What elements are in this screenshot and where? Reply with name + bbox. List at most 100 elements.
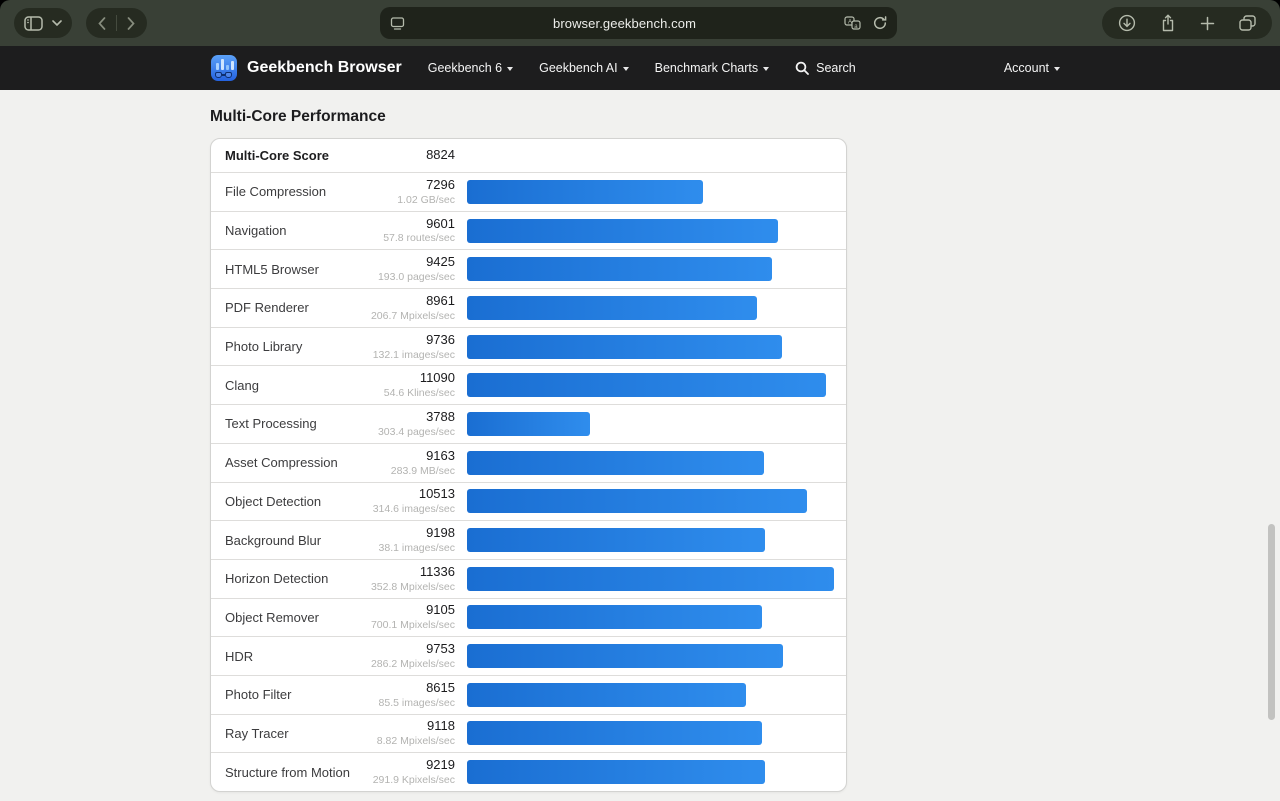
benchmark-bar — [467, 760, 765, 784]
benchmark-name: Text Processing — [225, 416, 365, 431]
benchmark-name: File Compression — [225, 184, 365, 199]
benchmark-name: Ray Tracer — [225, 726, 365, 741]
benchmark-bar — [467, 644, 783, 668]
benchmark-rate: 57.8 routes/sec — [365, 232, 455, 244]
benchmark-score: 9753 — [365, 642, 455, 657]
summary-label: Multi-Core Score — [225, 148, 365, 163]
benchmark-score: 8615 — [365, 681, 455, 696]
benchmark-rate: 291.9 Kpixels/sec — [365, 774, 455, 786]
page-icon[interactable] — [390, 17, 405, 30]
toolbar-divider — [116, 15, 117, 31]
benchmark-bar — [467, 451, 764, 475]
benchmark-name: Horizon Detection — [225, 571, 365, 586]
benchmark-bar — [467, 373, 826, 397]
geekbench-logo-icon — [211, 55, 237, 81]
benchmark-row: File Compression 7296 1.02 GB/sec — [211, 172, 846, 211]
forward-icon[interactable] — [127, 17, 135, 30]
benchmark-name: Object Detection — [225, 494, 365, 509]
benchmark-bar — [467, 528, 765, 552]
chevron-down-icon — [763, 67, 769, 71]
benchmark-name: HDR — [225, 649, 365, 664]
benchmark-name: Photo Library — [225, 339, 365, 354]
benchmark-rate: 38.1 images/sec — [365, 542, 455, 554]
benchmark-bar — [467, 683, 746, 707]
benchmark-score: 9601 — [365, 217, 455, 232]
benchmark-rows: File Compression 7296 1.02 GB/sec Naviga… — [211, 172, 846, 791]
back-icon[interactable] — [98, 17, 106, 30]
benchmark-table: Multi-Core Score 8824 File Compression 7… — [210, 138, 847, 792]
benchmark-bar — [467, 412, 590, 436]
sidebar-icon[interactable] — [24, 16, 43, 31]
browser-toolbar: browser.geekbench.com A a — [0, 0, 1280, 46]
nav-item-geekbench-6[interactable]: Geekbench 6 — [428, 61, 513, 75]
benchmark-score: 11090 — [365, 371, 455, 386]
page-title: Multi-Core Performance — [210, 108, 386, 126]
tab-overview-icon[interactable] — [1239, 15, 1256, 31]
search-link[interactable]: Search — [795, 61, 856, 75]
benchmark-bar — [467, 219, 778, 243]
benchmark-score: 9118 — [365, 719, 455, 734]
benchmark-score: 9736 — [365, 333, 455, 348]
brand-name[interactable]: Geekbench Browser — [247, 59, 402, 77]
benchmark-bar — [467, 605, 762, 629]
benchmark-rate: 8.82 Mpixels/sec — [365, 735, 455, 747]
benchmark-row: Navigation 9601 57.8 routes/sec — [211, 211, 846, 250]
account-menu[interactable]: Account — [1004, 61, 1060, 75]
chevron-down-icon[interactable] — [52, 20, 62, 26]
nav-item-geekbench-ai[interactable]: Geekbench AI — [539, 61, 629, 75]
nav-links: Geekbench 6 Geekbench AI Benchmark Chart… — [428, 61, 769, 75]
benchmark-row: HDR 9753 286.2 Mpixels/sec — [211, 636, 846, 675]
safari-window: browser.geekbench.com A a — [0, 0, 1280, 801]
benchmark-row: Ray Tracer 9118 8.82 Mpixels/sec — [211, 714, 846, 753]
benchmark-row: Object Remover 9105 700.1 Mpixels/sec — [211, 598, 846, 637]
share-icon[interactable] — [1160, 14, 1176, 32]
benchmark-row: Clang 11090 54.6 Klines/sec — [211, 365, 846, 404]
page-content: Multi-Core Performance Multi-Core Score … — [0, 90, 1280, 801]
address-bar[interactable]: browser.geekbench.com A a — [380, 7, 897, 39]
svg-text:A: A — [848, 20, 852, 26]
benchmark-score: 8961 — [365, 294, 455, 309]
reload-icon[interactable] — [873, 16, 887, 30]
summary-score: 8824 — [365, 148, 455, 163]
benchmark-row: HTML5 Browser 9425 193.0 pages/sec — [211, 249, 846, 288]
benchmark-name: Background Blur — [225, 533, 365, 548]
benchmark-row: PDF Renderer 8961 206.7 Mpixels/sec — [211, 288, 846, 327]
benchmark-bar — [467, 257, 772, 281]
benchmark-row: Photo Filter 8615 85.5 images/sec — [211, 675, 846, 714]
translate-icon[interactable]: A a — [844, 16, 861, 30]
chevron-down-icon — [623, 67, 629, 71]
summary-row: Multi-Core Score 8824 — [211, 139, 846, 172]
benchmark-row: Object Detection 10513 314.6 images/sec — [211, 482, 846, 521]
benchmark-rate: 314.6 images/sec — [365, 503, 455, 515]
benchmark-score: 10513 — [365, 487, 455, 502]
benchmark-row: Asset Compression 9163 283.9 MB/sec — [211, 443, 846, 482]
benchmark-name: Clang — [225, 378, 365, 393]
benchmark-rate: 85.5 images/sec — [365, 697, 455, 709]
benchmark-rate: 352.8 Mpixels/sec — [365, 581, 455, 593]
brand[interactable]: Geekbench Browser — [211, 55, 402, 81]
benchmark-rate: 54.6 Klines/sec — [365, 387, 455, 399]
benchmark-rate: 286.2 Mpixels/sec — [365, 658, 455, 670]
scrollbar-thumb[interactable] — [1268, 524, 1275, 720]
benchmark-rate: 303.4 pages/sec — [365, 426, 455, 438]
nav-item-benchmark-charts[interactable]: Benchmark Charts — [655, 61, 770, 75]
chevron-down-icon — [1054, 67, 1060, 71]
new-tab-icon[interactable] — [1200, 16, 1215, 31]
site-navbar: Geekbench Browser Geekbench 6 Geekbench … — [0, 46, 1280, 90]
history-nav-group — [86, 8, 147, 38]
benchmark-score: 9105 — [365, 603, 455, 618]
benchmark-rate: 193.0 pages/sec — [365, 271, 455, 283]
benchmark-bar — [467, 296, 757, 320]
toolbar-actions-group — [1102, 7, 1272, 39]
benchmark-rate: 283.9 MB/sec — [365, 465, 455, 477]
benchmark-bar — [467, 721, 762, 745]
benchmark-score: 9425 — [365, 255, 455, 270]
benchmark-name: PDF Renderer — [225, 300, 365, 315]
benchmark-row: Horizon Detection 11336 352.8 Mpixels/se… — [211, 559, 846, 598]
chevron-down-icon — [507, 67, 513, 71]
sidebar-toggle-group[interactable] — [14, 8, 72, 38]
benchmark-name: Structure from Motion — [225, 765, 365, 780]
download-icon[interactable] — [1118, 14, 1136, 32]
url-text[interactable]: browser.geekbench.com — [405, 16, 844, 31]
benchmark-score: 7296 — [365, 178, 455, 193]
